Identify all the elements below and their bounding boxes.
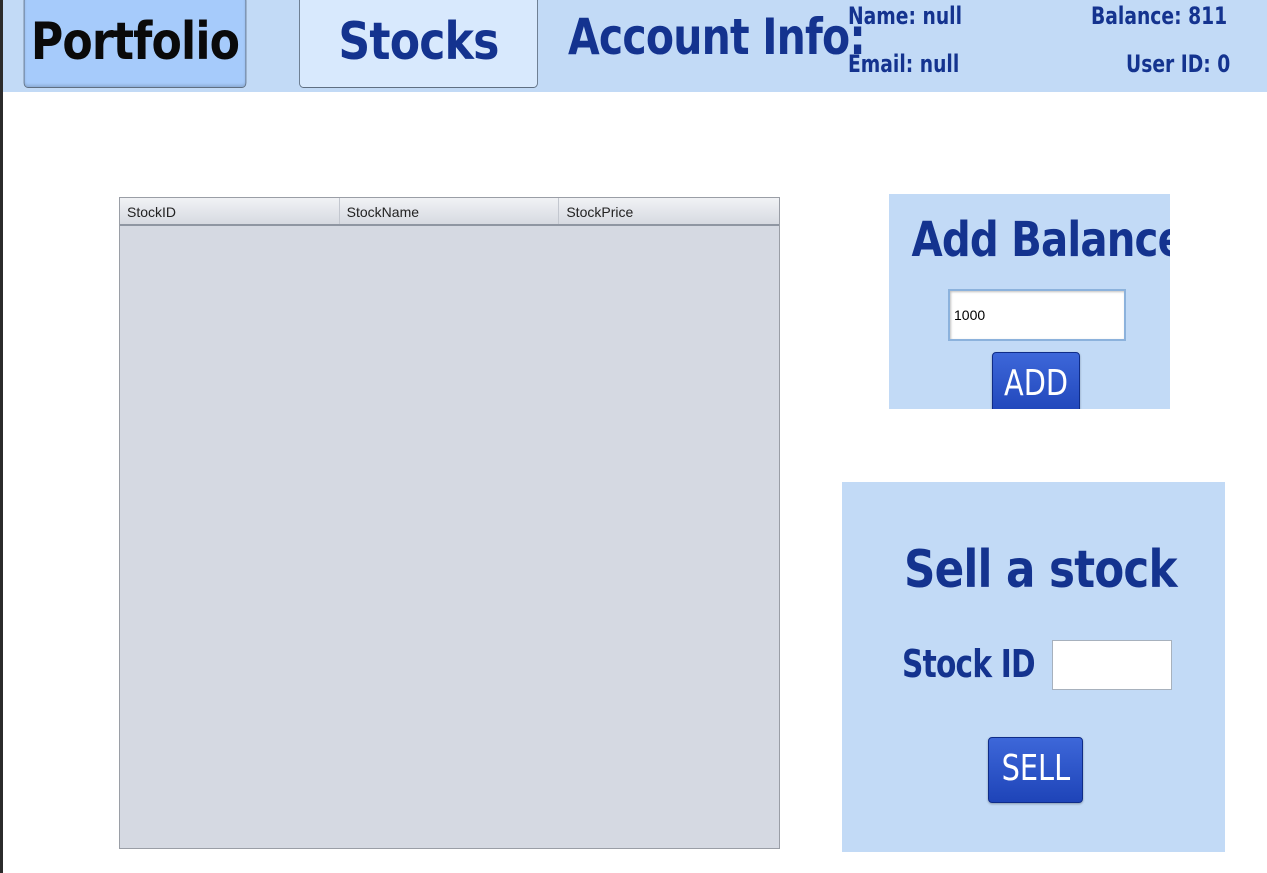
column-header-stock-name[interactable]: StockName (340, 198, 560, 224)
add-balance-panel: Add Balance ADD (889, 194, 1170, 409)
tab-stocks[interactable]: Stocks (299, 0, 538, 88)
table-header: StockID StockName StockPrice (120, 198, 779, 226)
add-balance-title: Add Balance (911, 212, 1170, 268)
tab-portfolio-label: Portfolio (30, 12, 240, 72)
window-left-border (0, 0, 3, 873)
account-info-title: Account Info: (568, 8, 866, 66)
account-name: Name: null (848, 2, 963, 30)
sell-stock-title: Sell a stock (904, 540, 1178, 600)
column-header-stock-id[interactable]: StockID (120, 198, 340, 224)
portfolio-table[interactable]: StockID StockName StockPrice (119, 197, 780, 849)
tab-stocks-label: Stocks (338, 12, 499, 72)
add-balance-input[interactable] (948, 289, 1126, 341)
account-email: Email: null (848, 50, 960, 78)
column-header-stock-price[interactable]: StockPrice (559, 198, 779, 224)
tab-portfolio[interactable]: Portfolio (23, 0, 247, 88)
sell-button-label: SELL (1001, 748, 1070, 789)
sell-button[interactable]: SELL (988, 737, 1083, 803)
stock-id-label: Stock ID (902, 642, 1036, 686)
account-balance: Balance: 811 (1091, 2, 1228, 30)
add-button-label: ADD (1003, 363, 1069, 404)
account-user-id: User ID: 0 (1126, 50, 1231, 78)
stock-id-input[interactable] (1052, 640, 1172, 690)
sell-stock-panel: Sell a stock Stock ID SELL (842, 482, 1225, 852)
add-button[interactable]: ADD (992, 352, 1080, 409)
